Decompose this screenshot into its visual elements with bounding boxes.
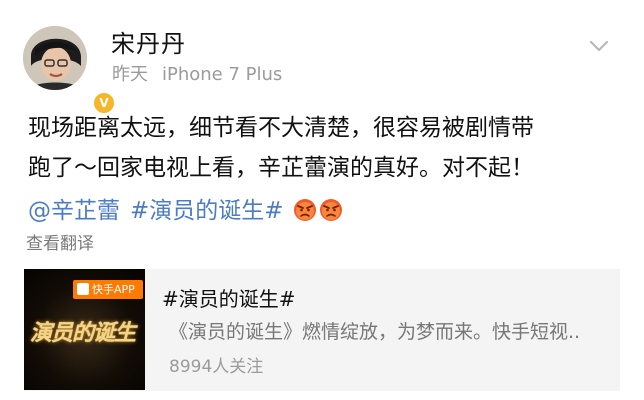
hashtag-link[interactable]: #演员的诞生#: [130, 198, 284, 224]
translate-link[interactable]: 查看翻译: [26, 233, 94, 255]
thumbnail-title-art: 演员的诞生: [30, 320, 136, 346]
post-device: iPhone 7 Plus: [162, 64, 283, 85]
kuaishou-logo-icon: [77, 283, 89, 295]
card-title[interactable]: #演员的诞生#: [162, 286, 296, 312]
post-text-line: 现场距离太远，细节看不大清楚，很容易被剧情带: [28, 115, 534, 141]
card-description: 《演员的诞生》燃情绽放，为梦而来。快手短视..: [169, 321, 581, 343]
kuaishou-badge: 快手APP: [73, 280, 143, 299]
card-thumbnail: 快手APP 演员的诞生: [24, 269, 145, 390]
post-tags: @辛芷蕾 #演员的诞生#: [28, 193, 343, 229]
mention-link[interactable]: @辛芷蕾: [28, 198, 120, 224]
post-time: 昨天: [112, 64, 148, 85]
card-followers: 8994人关注: [169, 357, 264, 377]
link-card[interactable]: 快手APP 演员的诞生 #演员的诞生# 《演员的诞生》燃情绽放，为梦而来。快手短…: [24, 269, 620, 391]
weibo-post: V 宋丹丹 昨天 iPhone 7 Plus 现场距离太远，细节看不大清楚，很容易…: [0, 0, 644, 400]
chevron-down-icon[interactable]: [586, 38, 612, 54]
user-avatar: [23, 26, 87, 90]
post-text: 现场距离太远，细节看不大清楚，很容易被剧情带 跑了～回家电视上看，辛芷蕾演的真好…: [28, 108, 628, 188]
angry-face-icon: [319, 198, 342, 221]
kuaishou-badge-label: 快手APP: [92, 283, 135, 296]
angry-face-icon: [293, 198, 316, 221]
post-text-line: 跑了～回家电视上看，辛芷蕾演的真好。对不起！: [28, 155, 534, 181]
post-meta: 昨天 iPhone 7 Plus: [112, 64, 282, 86]
avatar[interactable]: V: [23, 26, 116, 115]
username[interactable]: 宋丹丹: [111, 30, 186, 58]
